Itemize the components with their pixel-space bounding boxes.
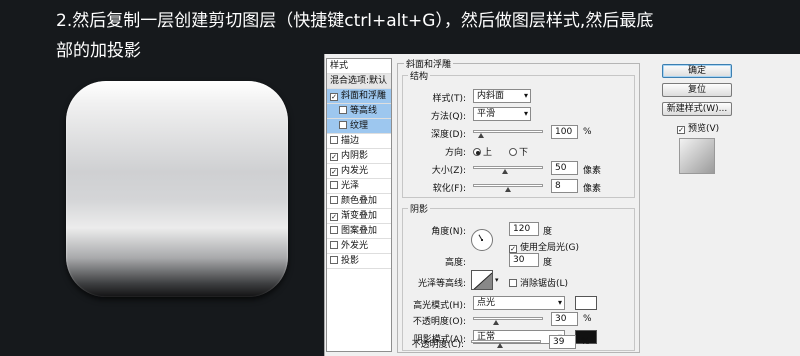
style-item-bevel[interactable]: ✓ 斜面和浮雕	[327, 89, 391, 104]
checkbox-icon[interactable]: ✓	[509, 245, 517, 253]
global-light-checkbox[interactable]: ✓ 使用全局光(G)	[509, 240, 579, 253]
angle-unit: 度	[543, 227, 553, 237]
shadow-opacity-input[interactable]: 39	[549, 335, 576, 349]
checkbox-icon[interactable]: ✓	[330, 153, 338, 161]
technique-label: 方法(Q):	[430, 112, 466, 122]
contour-curve-icon	[473, 272, 492, 289]
checkbox-icon[interactable]	[330, 136, 338, 144]
soften-unit: 像素	[583, 184, 602, 194]
slider-thumb[interactable]	[478, 133, 484, 138]
structure-group: 结构 样式(T): 内斜面 方法(Q): 平滑 深度(D): 100 % 方向:…	[402, 69, 635, 198]
checkbox-icon[interactable]	[330, 181, 338, 189]
altitude-label: 高度:	[444, 258, 466, 268]
shadow-opacity-label: 不透明度(C):	[411, 340, 464, 350]
ok-button[interactable]: 确定	[662, 64, 732, 78]
style-item-stroke[interactable]: 描边	[327, 134, 391, 149]
style-item-texture[interactable]: 纹理	[327, 119, 391, 134]
slider-thumb[interactable]	[505, 187, 511, 192]
new-style-button[interactable]: 新建样式(W)...	[662, 102, 732, 116]
reset-button[interactable]: 复位	[662, 83, 732, 97]
rounded-icon-preview	[66, 81, 288, 297]
size-label: 大小(Z):	[431, 166, 466, 176]
bevel-emboss-panel: 斜面和浮雕 结构 样式(T): 内斜面 方法(Q): 平滑 深度(D): 100…	[397, 57, 640, 353]
style-item-satin[interactable]: 光泽	[327, 179, 391, 194]
angle-dial[interactable]	[471, 229, 493, 251]
shadow-opacity-slider[interactable]	[471, 340, 541, 348]
highlight-opacity-input[interactable]: 30	[551, 312, 578, 326]
style-item-drop-shadow[interactable]: 投影	[327, 254, 391, 269]
style-preview-thumbnail	[679, 138, 715, 174]
blend-options-item[interactable]: 混合选项:默认	[327, 74, 391, 89]
checkbox-icon[interactable]	[339, 121, 347, 129]
depth-unit: %	[583, 127, 592, 137]
direction-label: 方向:	[444, 148, 466, 158]
size-unit: 像素	[583, 166, 602, 176]
gloss-contour-picker[interactable]	[471, 270, 493, 290]
checkbox-icon[interactable]	[330, 241, 338, 249]
slider-thumb[interactable]	[493, 320, 499, 325]
soften-input[interactable]: 8	[551, 179, 578, 193]
highlight-opacity-unit: %	[583, 314, 592, 324]
shadow-opacity-unit: %	[581, 337, 590, 347]
technique-select[interactable]: 平滑	[473, 107, 531, 121]
checkbox-icon[interactable]	[330, 196, 338, 204]
preview-checkbox[interactable]: ✓ 预览(V)	[677, 121, 719, 134]
dial-center	[481, 239, 483, 241]
shading-title: 阴影	[408, 202, 431, 215]
style-item-pattern-overlay[interactable]: 图案叠加	[327, 224, 391, 239]
size-input[interactable]: 50	[551, 161, 578, 175]
checkbox-icon[interactable]: ✓	[330, 93, 338, 101]
gloss-contour-label: 光泽等高线:	[417, 279, 466, 289]
direction-down-radio[interactable]: 下	[509, 145, 528, 158]
slider-thumb[interactable]	[497, 343, 503, 348]
size-slider[interactable]	[473, 166, 543, 174]
highlight-opacity-label: 不透明度(O):	[412, 317, 466, 327]
depth-input[interactable]: 100	[551, 125, 578, 139]
style-item-color-overlay[interactable]: 颜色叠加	[327, 194, 391, 209]
style-item-outer-glow[interactable]: 外发光	[327, 239, 391, 254]
style-label: 样式(T):	[432, 94, 466, 104]
contour-dropdown-icon[interactable]: ▾	[495, 276, 499, 284]
checkbox-icon[interactable]	[330, 226, 338, 234]
structure-title: 结构	[408, 69, 431, 82]
direction-up-radio[interactable]: 上	[473, 145, 492, 158]
angle-label: 角度(N):	[431, 227, 466, 237]
style-item-contour[interactable]: 等高线	[327, 104, 391, 119]
soften-label: 软化(F):	[432, 184, 466, 194]
checkbox-icon[interactable]: ✓	[330, 213, 338, 221]
antialias-checkbox[interactable]: 消除锯齿(L)	[509, 276, 568, 289]
altitude-unit: 度	[543, 258, 553, 268]
checkbox-icon[interactable]: ✓	[677, 126, 685, 134]
depth-label: 深度(D):	[431, 130, 466, 140]
highlight-mode-label: 高光模式(H):	[413, 301, 466, 311]
instruction-line-1: 2.然后复制一层创建剪切图层（快捷键ctrl+alt+G），然后做图层样式,然后…	[56, 11, 654, 31]
highlight-mode-select[interactable]: 点光	[473, 296, 565, 310]
styles-list: 样式 混合选项:默认 ✓ 斜面和浮雕 等高线 纹理 描边 ✓ 内阴影 ✓ 内发光 光泽…	[326, 58, 392, 352]
style-item-inner-shadow[interactable]: ✓ 内阴影	[327, 149, 391, 164]
styles-header[interactable]: 样式	[327, 59, 391, 74]
highlight-opacity-slider[interactable]	[473, 317, 543, 325]
checkbox-icon[interactable]	[330, 256, 338, 264]
angle-input[interactable]: 120	[509, 222, 539, 236]
soften-slider[interactable]	[473, 184, 543, 192]
altitude-input[interactable]: 30	[509, 253, 539, 267]
checkbox-icon[interactable]: ✓	[330, 168, 338, 176]
style-item-inner-glow[interactable]: ✓ 内发光	[327, 164, 391, 179]
checkbox-icon[interactable]	[339, 106, 347, 114]
layer-style-dialog: 样式 混合选项:默认 ✓ 斜面和浮雕 等高线 纹理 描边 ✓ 内阴影 ✓ 内发光 光泽…	[324, 54, 800, 356]
highlight-color-swatch[interactable]	[575, 296, 597, 310]
shading-group: 阴影 角度(N): 120 度 ✓ 使用全局光(G) 高度: 30 度 光泽等高线…	[402, 202, 635, 351]
style-item-gradient-overlay[interactable]: ✓ 渐变叠加	[327, 209, 391, 224]
depth-slider[interactable]	[473, 130, 543, 138]
radio-icon[interactable]	[509, 148, 517, 156]
checkbox-icon[interactable]	[509, 279, 517, 287]
radio-icon[interactable]	[473, 148, 481, 156]
bevel-style-select[interactable]: 内斜面	[473, 89, 531, 103]
slider-thumb[interactable]	[502, 169, 508, 174]
